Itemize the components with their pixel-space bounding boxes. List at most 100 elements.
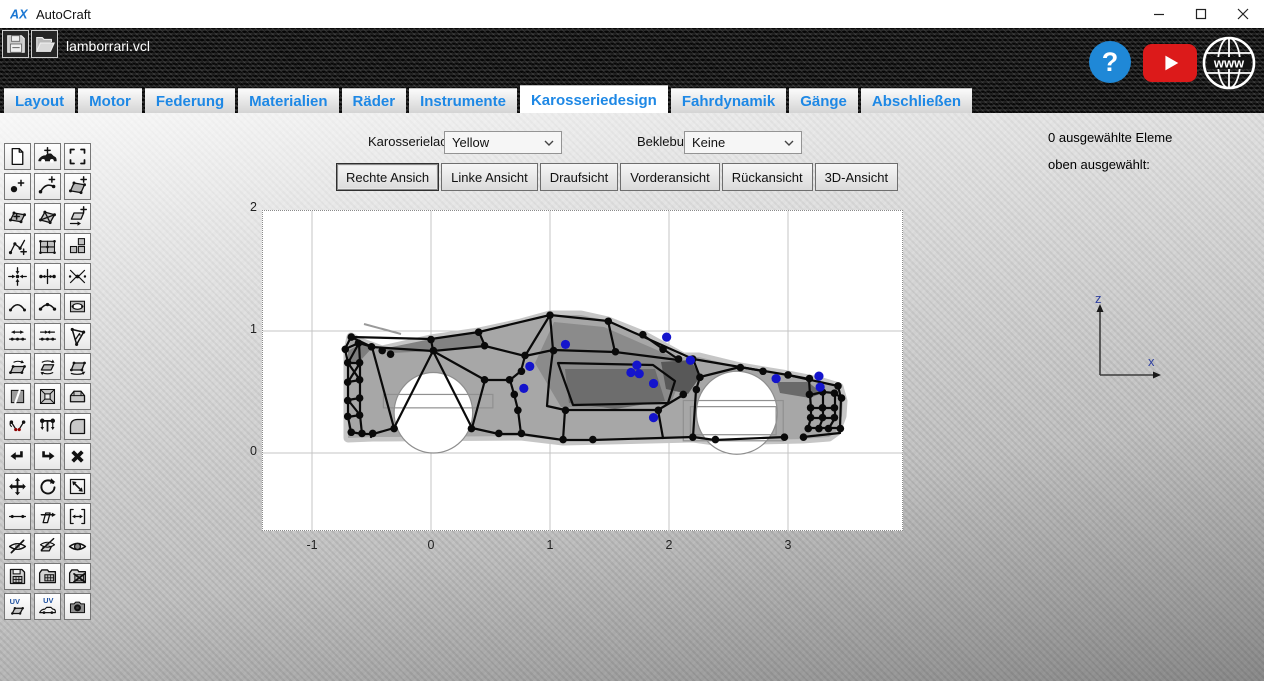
control-point[interactable] (831, 414, 839, 422)
tool-rotate-patch[interactable] (4, 353, 31, 380)
tool-delete-mesh[interactable] (64, 563, 91, 590)
tool-measure[interactable] (4, 503, 31, 530)
control-point[interactable] (589, 436, 597, 444)
control-point[interactable] (430, 347, 438, 355)
selected-control-point[interactable] (649, 379, 658, 388)
selected-control-point[interactable] (772, 374, 781, 383)
tab-abschließen[interactable]: Abschließen (861, 88, 972, 113)
minimize-button[interactable] (1138, 0, 1180, 28)
control-point[interactable] (369, 430, 377, 438)
tool-subdivide-grid[interactable] (34, 233, 61, 260)
selected-control-point[interactable] (632, 361, 641, 370)
tab-räder[interactable]: Räder (342, 88, 407, 113)
tab-gänge[interactable]: Gänge (789, 88, 858, 113)
tool-select-region[interactable] (64, 143, 91, 170)
control-point[interactable] (387, 350, 395, 358)
control-point[interactable] (511, 391, 519, 399)
control-point[interactable] (781, 433, 789, 441)
view-button-rechte-ansich[interactable]: Rechte Ansich (336, 163, 439, 191)
close-button[interactable] (1222, 0, 1264, 28)
tool-undo[interactable] (4, 443, 31, 470)
website-button[interactable]: www (1201, 35, 1257, 91)
control-point[interactable] (347, 333, 355, 341)
control-point[interactable] (390, 425, 398, 433)
tool-move[interactable] (4, 473, 31, 500)
control-point[interactable] (342, 346, 350, 354)
view-button-linke-ansicht[interactable]: Linke Ansicht (441, 163, 538, 191)
tool-redo[interactable] (34, 443, 61, 470)
tool-add-point[interactable] (4, 173, 31, 200)
control-point[interactable] (819, 404, 827, 412)
selected-control-point[interactable] (561, 340, 570, 349)
tool-push-plane[interactable] (34, 503, 61, 530)
tool-spread-point[interactable] (34, 263, 61, 290)
tool-delete[interactable] (64, 443, 91, 470)
tool-load-mesh[interactable] (34, 563, 61, 590)
tool-arc[interactable] (4, 293, 31, 320)
control-point[interactable] (378, 347, 386, 355)
control-point[interactable] (521, 352, 529, 360)
control-point[interactable] (784, 371, 792, 379)
control-point[interactable] (696, 374, 704, 382)
control-point[interactable] (712, 436, 720, 444)
tool-spread-horizontal[interactable] (4, 323, 31, 350)
control-point[interactable] (344, 359, 352, 367)
tool-width-adjust[interactable] (64, 503, 91, 530)
tool-add-surface[interactable] (64, 173, 91, 200)
tab-karosseriedesign[interactable]: Karosseriedesign (520, 85, 668, 113)
control-point[interactable] (831, 389, 839, 397)
tool-scale[interactable] (64, 473, 91, 500)
save-file-button[interactable] (2, 30, 29, 58)
control-point[interactable] (639, 331, 647, 339)
control-point[interactable] (518, 367, 526, 375)
tool-add-curve[interactable] (34, 173, 61, 200)
maximize-button[interactable] (1180, 0, 1222, 28)
design-plot[interactable] (263, 211, 904, 532)
control-point[interactable] (358, 430, 366, 438)
tool-clamp-points[interactable] (34, 413, 61, 440)
control-point[interactable] (804, 425, 812, 433)
control-point[interactable] (689, 433, 697, 441)
control-point[interactable] (838, 394, 846, 402)
control-point[interactable] (506, 376, 514, 384)
control-point[interactable] (675, 355, 683, 363)
tool-ellipse-patch[interactable] (64, 293, 91, 320)
tool-project-triangle[interactable] (64, 323, 91, 350)
selected-control-point[interactable] (649, 413, 658, 422)
control-point[interactable] (612, 348, 620, 356)
tool-inset-patch[interactable] (34, 383, 61, 410)
control-point[interactable] (468, 425, 476, 433)
control-point[interactable] (654, 407, 662, 415)
help-button[interactable]: ? (1089, 41, 1131, 83)
selected-control-point[interactable] (662, 333, 671, 342)
tool-hide-selection[interactable] (34, 533, 61, 560)
control-point[interactable] (356, 359, 364, 367)
tool-split-patches[interactable] (64, 233, 91, 260)
tool-snap-point[interactable] (4, 263, 31, 290)
control-point[interactable] (807, 414, 815, 422)
youtube-button[interactable] (1143, 44, 1197, 82)
tool-show[interactable] (64, 533, 91, 560)
control-point[interactable] (475, 328, 483, 336)
selected-control-point[interactable] (816, 383, 825, 392)
tool-fill-patch[interactable] (4, 383, 31, 410)
control-point[interactable] (514, 407, 522, 415)
control-point[interactable] (800, 433, 808, 441)
control-point[interactable] (344, 378, 352, 386)
control-point[interactable] (815, 425, 823, 433)
tab-motor[interactable]: Motor (78, 88, 142, 113)
control-point[interactable] (737, 364, 745, 372)
control-point[interactable] (825, 425, 833, 433)
control-point[interactable] (495, 430, 503, 438)
selected-control-point[interactable] (686, 356, 695, 365)
tool-collapse-horizontal[interactable] (34, 323, 61, 350)
control-point[interactable] (834, 382, 842, 390)
control-point[interactable] (605, 317, 613, 325)
control-point[interactable] (481, 342, 489, 350)
control-point[interactable] (807, 404, 815, 412)
control-point[interactable] (344, 397, 352, 405)
tool-round-corner[interactable] (64, 413, 91, 440)
control-point[interactable] (562, 407, 570, 415)
tool-render[interactable] (64, 593, 91, 620)
control-point[interactable] (546, 311, 554, 319)
